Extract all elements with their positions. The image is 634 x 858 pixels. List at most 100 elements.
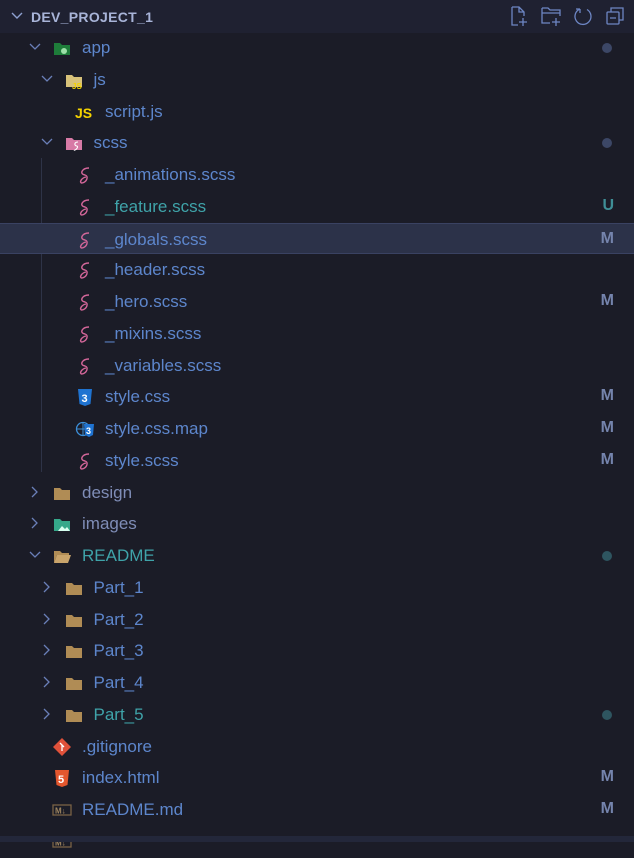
item-label: images [82,514,137,534]
modified-indicator [602,43,612,53]
item-label: index.html [82,768,160,788]
item-label: README.md [82,800,184,819]
folder-item[interactable]: Part_5 [0,699,634,731]
item-label: style.css.map [105,419,208,438]
sass-icon [79,262,90,279]
file-item[interactable]: _globals.scss M [0,222,634,255]
file-item[interactable]: _variables.scss [0,350,634,382]
git-status-badge: M [600,800,614,817]
folder-item[interactable]: Part_4 [0,667,634,699]
new-file-button[interactable] [508,5,530,27]
chevron-right-icon[interactable] [40,675,54,689]
folder-item[interactable]: Part_1 [0,572,634,604]
css-icon: 3 [78,389,92,407]
css-map-icon: 3 [75,421,94,437]
chevron-right-icon[interactable] [40,707,54,721]
item-label: _variables.scss [105,355,222,375]
chevron-down-icon[interactable] [40,135,54,149]
sass-icon [79,453,90,470]
folder-icon [65,614,82,627]
file-item[interactable]: M↓ README.md M [0,794,634,826]
explorer-header[interactable]: DEV_PROJECT_1 [0,0,634,33]
git-status-badge: M [600,229,614,247]
folder-item[interactable]: design [0,477,634,509]
git-icon [53,737,71,756]
item-label: Part_5 [93,704,144,724]
chevron-right-icon[interactable] [28,485,42,499]
refresh-button[interactable] [572,5,594,27]
folder-item[interactable]: README [0,540,634,572]
modified-indicator [602,138,612,149]
item-label: app [82,38,111,57]
chevron-down-icon[interactable] [28,548,42,562]
file-item[interactable]: JS script.js [0,96,634,128]
item-label: design [82,482,133,502]
html-icon: 5 [55,770,69,788]
file-item[interactable]: 3 style.css.map M [0,413,634,445]
svg-text:JS: JS [72,82,82,90]
folder-item[interactable]: scss [0,127,634,159]
project-title: DEV_PROJECT_1 [31,9,154,25]
file-item[interactable]: _header.scss [0,254,634,286]
file-item[interactable]: _animations.scss [0,159,634,191]
folder-open-icon [54,551,71,563]
folder-item[interactable]: JS js [0,64,634,96]
markdown-icon: M↓ [52,804,72,816]
horizontal-scrollbar[interactable] [0,836,634,842]
collapse-all-button[interactable] [604,5,626,27]
folder-icon [65,709,82,722]
git-status-badge: M [600,450,614,468]
folder-icon [54,487,70,500]
chevron-down-icon[interactable] [10,9,24,23]
file-item[interactable]: _hero.scss M [0,286,634,318]
git-status-badge: U [602,196,614,214]
item-label: _header.scss [105,260,206,280]
item-label: _globals.scss [105,229,208,249]
item-label: style.scss [105,450,179,470]
folder-icon [65,582,82,595]
refresh-icon [574,8,592,26]
file-item[interactable]: .gitignore [0,731,634,763]
new-folder-icon [541,7,561,26]
modified-indicator [602,709,612,720]
folder-sass-icon [65,138,82,151]
sass-icon [79,326,90,343]
folder-images-icon [54,519,70,532]
item-label: _hero.scss [105,292,188,311]
svg-text:3: 3 [82,393,88,405]
file-item[interactable]: _mixins.scss [0,318,634,350]
chevron-right-icon[interactable] [40,580,54,594]
file-item[interactable]: _feature.scss U [0,191,634,223]
git-status-badge: M [600,419,614,436]
file-tree: app JS js JS script.js scss _animations.scss _f… [0,32,634,858]
chevron-down-icon[interactable] [40,72,54,86]
chevron-right-icon[interactable] [40,612,54,626]
folder-item[interactable]: app [0,32,634,64]
git-status-badge: M [600,387,614,405]
file-item[interactable]: 3 style.css M [0,381,634,413]
file-item[interactable]: 5 index.html M [0,762,634,794]
item-label: scss [93,133,128,153]
folder-item[interactable]: Part_2 [0,604,634,636]
item-label: style.css [105,387,171,407]
new-folder-button[interactable] [540,5,562,27]
folder-js-icon: JS [65,74,82,90]
sass-icon [79,167,90,184]
chevron-down-icon[interactable] [28,40,42,54]
item-label: .gitignore [82,736,152,756]
collapse-all-icon [606,7,624,25]
new-file-icon [511,6,527,26]
svg-text:JS: JS [75,105,92,121]
chevron-right-icon[interactable] [40,643,54,657]
file-item[interactable]: style.scss M [0,445,634,477]
folder-item[interactable]: images [0,508,634,540]
folder-app-icon [54,43,70,55]
sass-icon [79,357,90,375]
item-label: _feature.scss [105,196,207,216]
svg-text:5: 5 [58,774,64,786]
folder-item[interactable]: Part_3 [0,635,634,667]
git-status-badge: M [600,768,614,786]
javascript-icon: JS [75,105,92,121]
chevron-right-icon[interactable] [28,516,42,530]
item-label: script.js [105,101,163,121]
